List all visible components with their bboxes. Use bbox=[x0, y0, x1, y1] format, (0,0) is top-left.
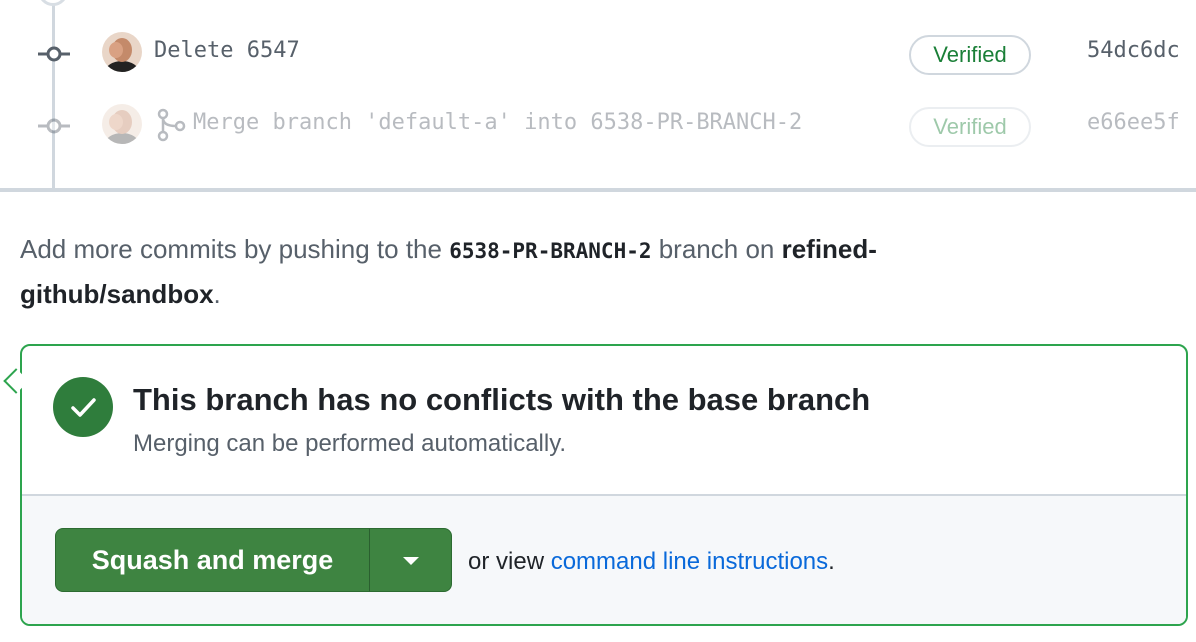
commit-row: Delete 6547 Verified 54dc6dc bbox=[0, 18, 1196, 90]
avatar[interactable] bbox=[102, 32, 142, 72]
merge-status-subtitle: Merging can be performed automatically. bbox=[133, 430, 567, 457]
command-line-instructions-link[interactable]: command line instructions bbox=[551, 548, 828, 575]
timeline-divider bbox=[0, 188, 1196, 192]
commit-row: Merge branch 'default-a' into 6538-PR-BR… bbox=[0, 90, 1196, 162]
cli-suffix: . bbox=[828, 548, 835, 575]
merge-method-dropdown-button[interactable] bbox=[369, 528, 452, 592]
cli-prefix: or view bbox=[468, 548, 551, 575]
commit-sha[interactable]: e66ee5f bbox=[1087, 110, 1180, 135]
merge-status-badge bbox=[53, 377, 113, 437]
git-commit-icon bbox=[38, 118, 70, 134]
verified-badge[interactable]: Verified bbox=[909, 107, 1031, 147]
git-merge-icon bbox=[157, 108, 186, 142]
git-commit-icon bbox=[38, 46, 70, 62]
squash-and-merge-button[interactable]: Squash and merge bbox=[55, 528, 370, 592]
help-text-suffix: . bbox=[213, 279, 221, 309]
repo-name-part1: refined- bbox=[781, 234, 877, 264]
merge-box: This branch has no conflicts with the ba… bbox=[20, 344, 1188, 626]
timeline-event-badge bbox=[38, 0, 68, 6]
help-text-middle: branch on bbox=[651, 234, 782, 264]
triangle-down-icon bbox=[403, 557, 419, 565]
commit-message[interactable]: Merge branch 'default-a' into 6538-PR-BR… bbox=[193, 110, 802, 135]
repo-name-part2: github/sandbox bbox=[20, 279, 214, 309]
commit-sha[interactable]: 54dc6dc bbox=[1087, 38, 1180, 63]
avatar[interactable] bbox=[102, 104, 142, 144]
branch-name: 6538-PR-BRANCH-2 bbox=[449, 239, 652, 263]
commit-message[interactable]: Delete 6547 bbox=[154, 38, 300, 63]
command-line-hint: or view command line instructions. bbox=[468, 548, 835, 576]
check-icon bbox=[71, 398, 96, 417]
merge-status-title: This branch has no conflicts with the ba… bbox=[133, 382, 871, 417]
push-instructions: Add more commits by pushing to the 6538-… bbox=[20, 228, 1020, 316]
merge-status: This branch has no conflicts with the ba… bbox=[22, 346, 1186, 494]
help-text-prefix: Add more commits by pushing to the bbox=[20, 234, 450, 264]
merge-button-group: Squash and merge bbox=[55, 528, 452, 592]
verified-badge[interactable]: Verified bbox=[909, 35, 1031, 75]
merge-actions: Squash and merge or view command line in… bbox=[22, 494, 1186, 624]
